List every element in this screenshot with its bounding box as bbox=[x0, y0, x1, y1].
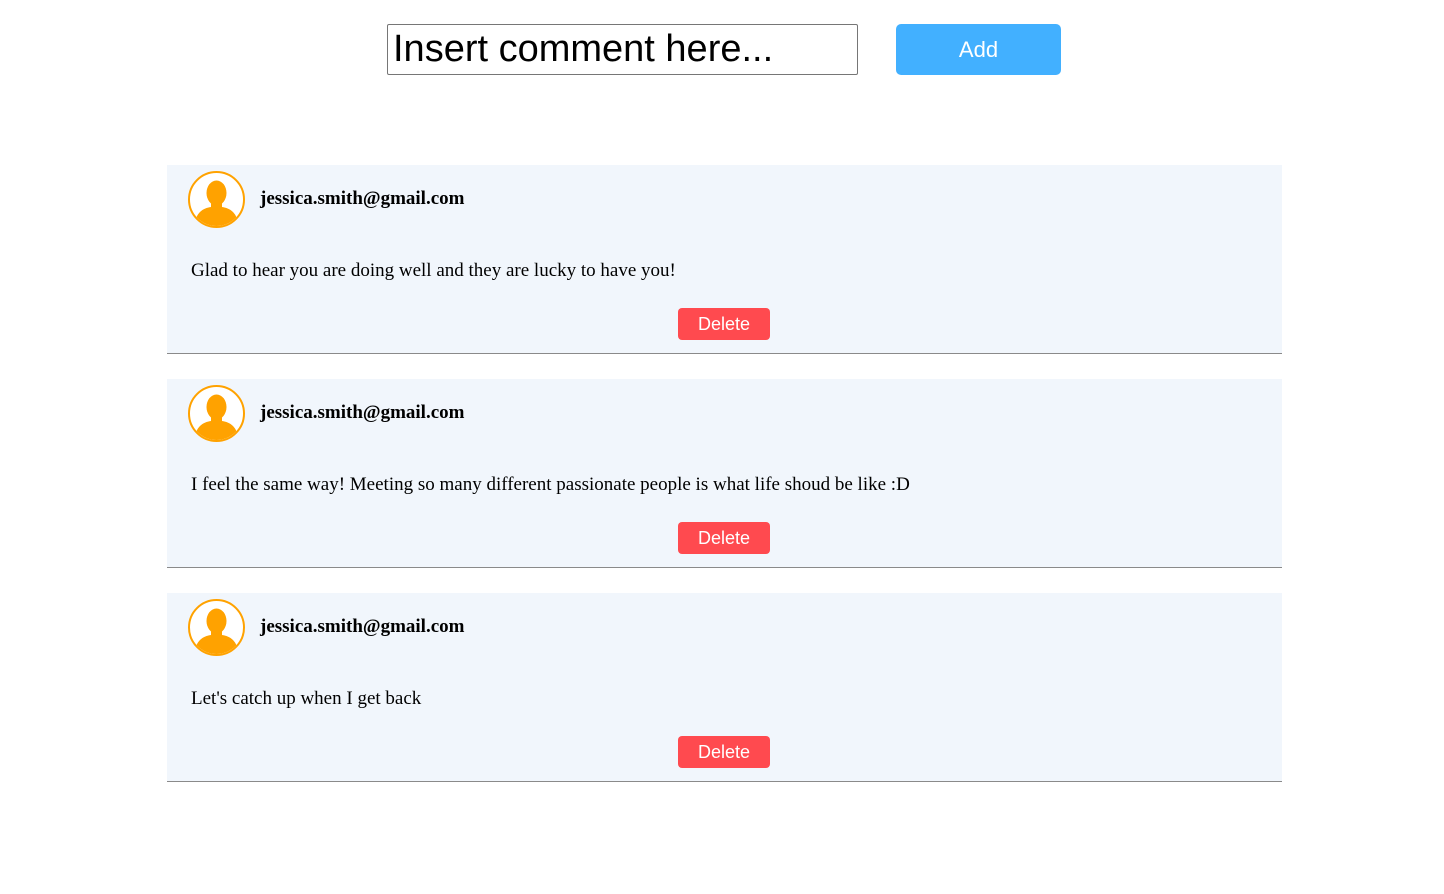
comment-card: jessica.smith@gmail.com I feel the same … bbox=[167, 379, 1282, 568]
delete-comment-button[interactable]: Delete bbox=[678, 308, 770, 340]
avatar-graphic bbox=[195, 180, 238, 226]
avatar-graphic bbox=[195, 608, 238, 654]
user-silhouette-icon bbox=[188, 171, 245, 228]
comment-card: jessica.smith@gmail.com Let's catch up w… bbox=[167, 593, 1282, 782]
add-button[interactable]: Add bbox=[896, 24, 1061, 75]
delete-comment-button[interactable]: Delete bbox=[678, 736, 770, 768]
comment-text: Glad to hear you are doing well and they… bbox=[191, 260, 676, 281]
user-silhouette-icon bbox=[188, 599, 245, 656]
comment-author: jessica.smith@gmail.com bbox=[260, 402, 465, 423]
delete-comment-button[interactable]: Delete bbox=[678, 522, 770, 554]
comment-author: jessica.smith@gmail.com bbox=[260, 616, 465, 637]
comment-card: jessica.smith@gmail.com Glad to hear you… bbox=[167, 165, 1282, 354]
comment-text: I feel the same way! Meeting so many dif… bbox=[191, 474, 910, 495]
avatar-graphic bbox=[195, 394, 238, 440]
comment-input[interactable] bbox=[387, 24, 858, 75]
comment-list: jessica.smith@gmail.com Glad to hear you… bbox=[167, 165, 1282, 807]
comment-author: jessica.smith@gmail.com bbox=[260, 188, 465, 209]
user-silhouette-icon bbox=[188, 385, 245, 442]
comment-composer: Add bbox=[0, 24, 1444, 75]
comment-text: Let's catch up when I get back bbox=[191, 688, 422, 709]
